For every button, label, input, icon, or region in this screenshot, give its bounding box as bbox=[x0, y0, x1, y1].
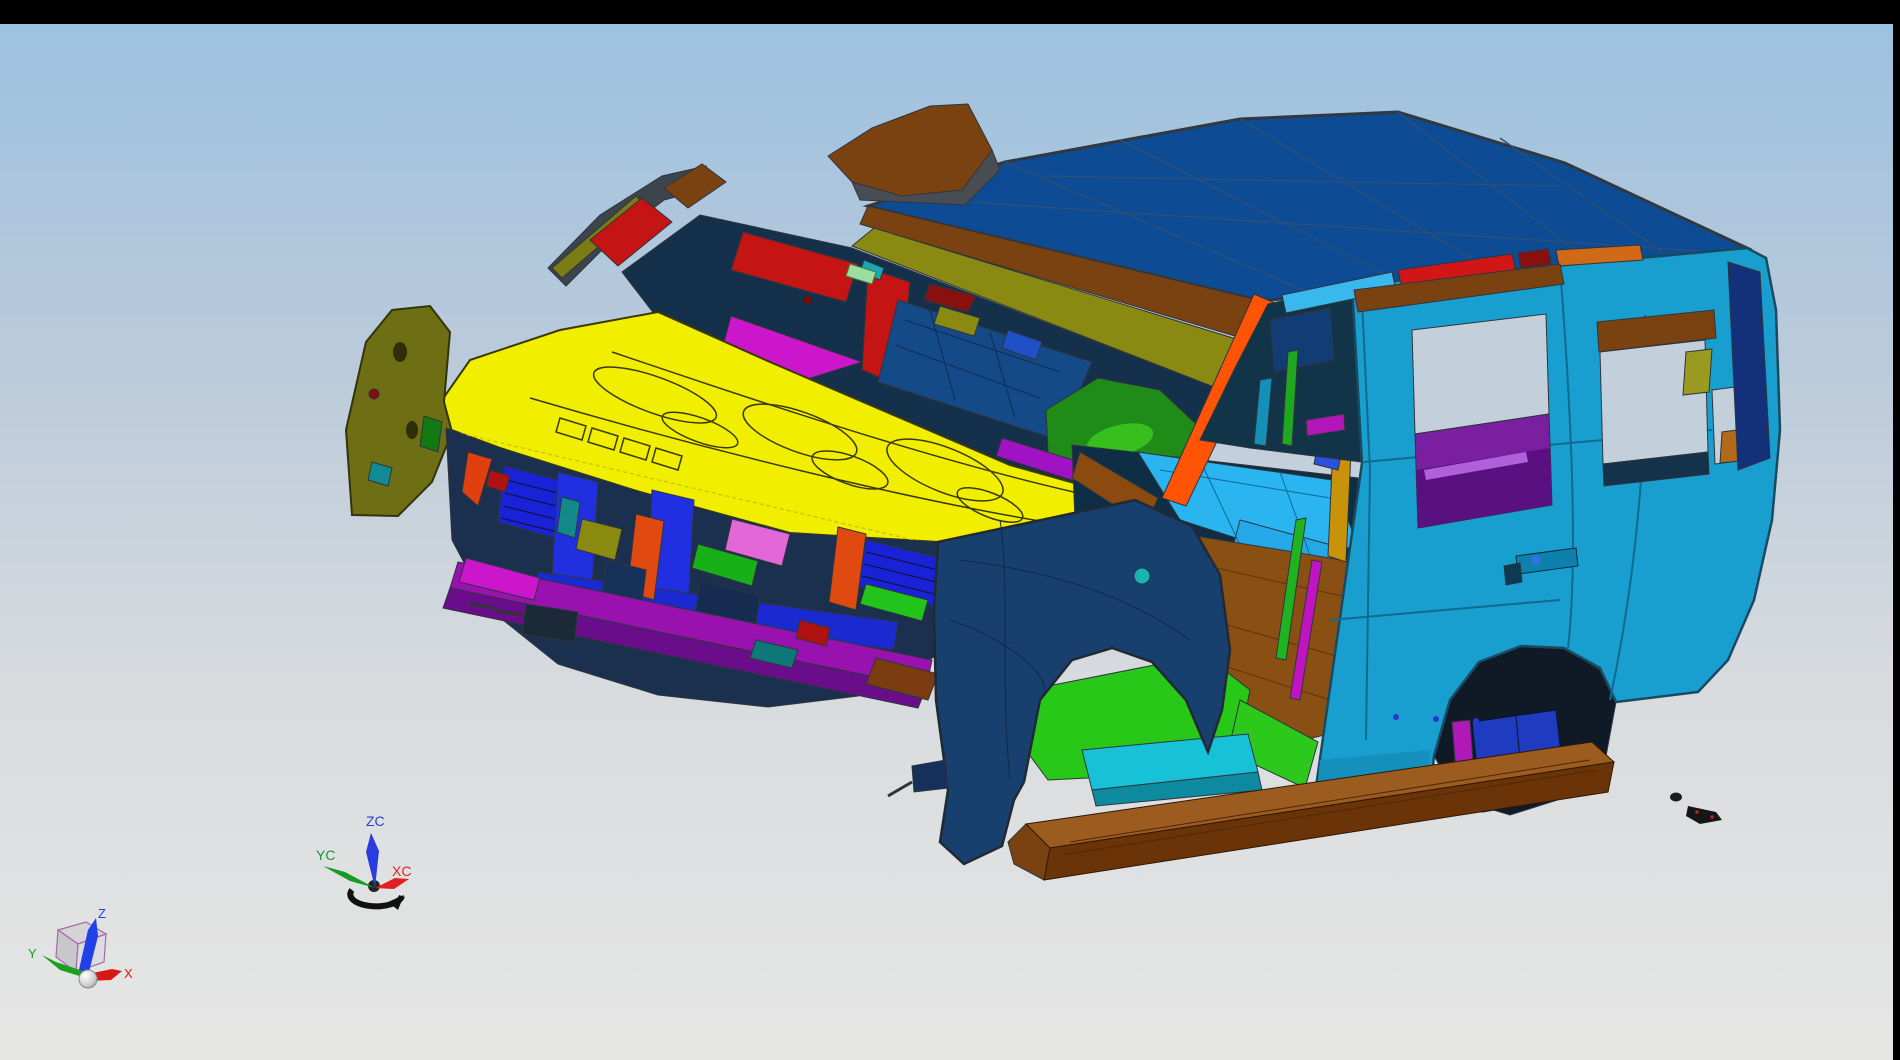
view-x-label: X bbox=[124, 966, 133, 981]
wingtip-green-clip[interactable] bbox=[420, 416, 442, 452]
wingtip-hole bbox=[393, 342, 407, 362]
olive-hinge-plate[interactable] bbox=[1683, 349, 1712, 395]
drip-rail-darkred-segment bbox=[1518, 249, 1551, 268]
red-dot-detail bbox=[804, 296, 812, 304]
door-blue-plug bbox=[1393, 714, 1399, 720]
door-handle-blue-glint bbox=[1532, 556, 1540, 564]
door-blue-plug bbox=[1473, 718, 1479, 724]
latch-red-dot bbox=[1695, 810, 1699, 814]
wingtip-red-dot bbox=[369, 389, 379, 399]
right-black-strip bbox=[1893, 0, 1900, 1060]
graphics-viewport[interactable]: ZC YC XC Z Y X bbox=[0, 0, 1900, 1060]
quarter-window-opening[interactable] bbox=[1597, 310, 1716, 486]
view-y-label: Y bbox=[28, 946, 37, 961]
latch-red-dot bbox=[1710, 815, 1714, 819]
wingtip-hole bbox=[406, 421, 418, 439]
wcs-yc-label: YC bbox=[316, 847, 335, 863]
view-z-label: Z bbox=[98, 906, 106, 921]
view-triad-origin-ball[interactable] bbox=[79, 970, 97, 988]
fender-teal-grommet bbox=[1134, 568, 1150, 584]
window-see-through-background bbox=[1412, 314, 1549, 434]
wcs-zc-label: ZC bbox=[366, 813, 385, 829]
door-blue-plug bbox=[1433, 716, 1439, 722]
small-latch-part[interactable] bbox=[1670, 793, 1682, 802]
top-black-bar bbox=[0, 0, 1900, 24]
fender-lower-bracket bbox=[912, 760, 948, 792]
door-handle-recess bbox=[1504, 563, 1522, 585]
rear-door-window-opening[interactable] bbox=[1412, 314, 1552, 528]
cad-application-window: ZC YC XC Z Y X bbox=[0, 0, 1900, 1060]
wcs-xc-label: XC bbox=[392, 863, 411, 879]
interior-navy-patch bbox=[1270, 308, 1334, 372]
